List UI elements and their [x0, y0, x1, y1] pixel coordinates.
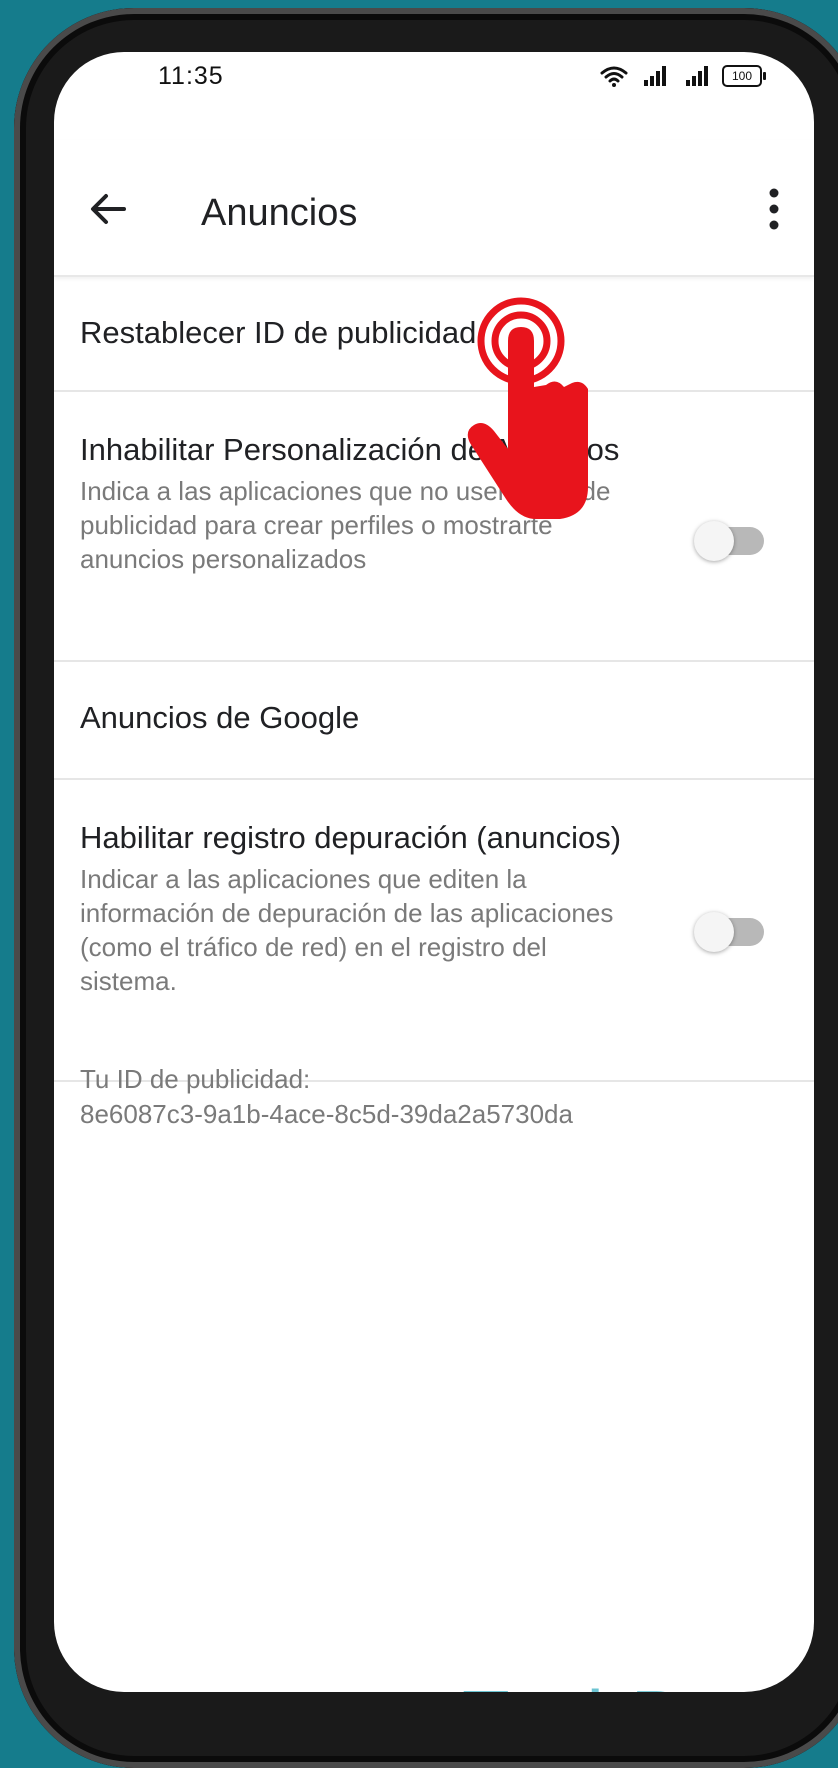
signal-icon	[686, 66, 708, 86]
ad-id-value: 8e6087c3-9a1b-4ace-8c5d-39da2a5730da	[80, 1099, 573, 1129]
page-title: Anuncios	[201, 192, 358, 234]
arrow-left-icon[interactable]	[84, 185, 132, 233]
opt-out-personalization-item[interactable]: Inhabilitar Personalización de Anuncios …	[54, 392, 814, 662]
reset-ad-id-label: Restablecer ID de publicidad	[80, 315, 477, 350]
google-ads-item[interactable]: Anuncios de Google	[54, 662, 814, 780]
app-bar: Anuncios	[54, 140, 814, 277]
more-vert-icon[interactable]	[762, 185, 786, 233]
opt-out-toggle[interactable]	[694, 521, 764, 561]
ad-id-info: Tu ID de publicidad: 8e6087c3-9a1b-4ace-…	[80, 1062, 573, 1132]
battery-icon: 100	[722, 65, 766, 87]
status-time: 11:35	[158, 62, 224, 90]
debug-logging-item[interactable]: Habilitar registro depuración (anuncios)…	[54, 780, 814, 1082]
settings-list: Restablecer ID de publicidad Inhabilitar…	[54, 277, 814, 1082]
status-bar: 11:35 100	[54, 52, 814, 142]
debug-logging-toggle[interactable]	[694, 912, 764, 952]
debug-logging-title: Habilitar registro depuración (anuncios)	[80, 820, 622, 855]
google-ads-label: Anuncios de Google	[80, 700, 360, 735]
signal-icon	[644, 66, 666, 86]
phone-screen: 11:35 100 Anuncios Restablecer ID de pub…	[54, 52, 814, 1692]
debug-logging-subtitle: Indicar a las aplicaciones que editen la…	[80, 864, 614, 996]
ad-id-label: Tu ID de publicidad:	[80, 1064, 311, 1094]
reset-ad-id-item[interactable]: Restablecer ID de publicidad	[54, 277, 814, 392]
wifi-icon	[600, 66, 628, 87]
techbone-watermark: TechBone	[462, 1678, 814, 1692]
status-icons: 100	[600, 65, 766, 87]
tap-hand-icon	[467, 297, 588, 519]
